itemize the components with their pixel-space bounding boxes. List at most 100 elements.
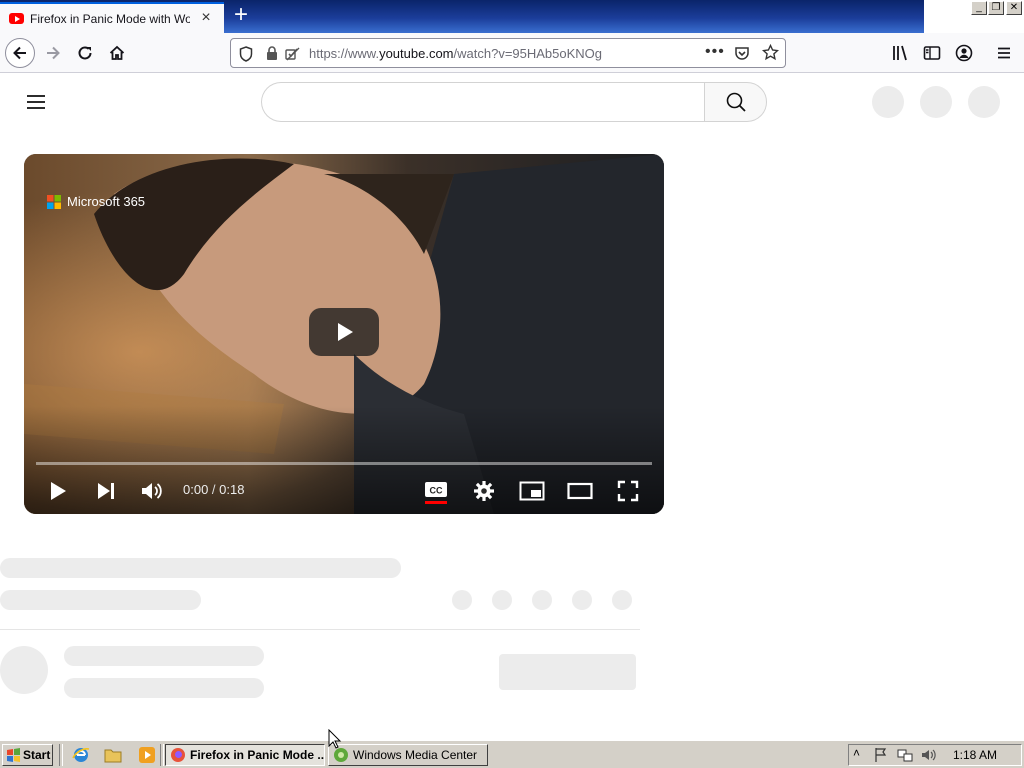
url-text[interactable]: https://www.youtube.com/watch?v=95HAb5oK… bbox=[309, 46, 602, 61]
minimize-button[interactable]: _ bbox=[971, 1, 987, 15]
tab-title: Firefox in Panic Mode with Worst C bbox=[30, 12, 190, 26]
taskbar-separator bbox=[160, 744, 164, 766]
svg-text:CC: CC bbox=[430, 486, 443, 496]
search-button[interactable] bbox=[704, 82, 767, 122]
next-button[interactable] bbox=[90, 476, 122, 506]
header-button-placeholder bbox=[920, 86, 952, 118]
time-total: 0:18 bbox=[219, 482, 245, 497]
show-hidden-icons-button[interactable]: ˄ bbox=[853, 746, 860, 760]
menu-icon[interactable] bbox=[996, 45, 1012, 61]
firefox-icon bbox=[171, 748, 185, 762]
home-icon bbox=[109, 45, 125, 60]
settings-button[interactable] bbox=[468, 476, 500, 506]
header-button-placeholder bbox=[872, 86, 904, 118]
search-input[interactable] bbox=[261, 82, 705, 122]
close-window-button[interactable]: ✕ bbox=[1006, 1, 1022, 15]
permissions-icon[interactable] bbox=[285, 46, 301, 62]
clock[interactable]: 1:18 AM bbox=[953, 748, 997, 762]
restore-button[interactable]: ❐ bbox=[988, 1, 1004, 15]
miniplayer-icon bbox=[519, 481, 545, 501]
subtitles-button[interactable]: CC bbox=[420, 476, 452, 506]
taskbar-wmc-label: Windows Media Center bbox=[353, 748, 478, 762]
video-player[interactable]: Microsoft 365 0:00 / 0:18 CC bbox=[24, 154, 664, 514]
pocket-icon[interactable] bbox=[734, 45, 750, 61]
volume-icon bbox=[142, 483, 162, 499]
lock-icon[interactable] bbox=[266, 46, 278, 61]
time-separator: / bbox=[208, 482, 220, 497]
mute-button[interactable] bbox=[136, 476, 168, 506]
action-placeholder bbox=[452, 590, 472, 610]
large-play-button[interactable] bbox=[309, 308, 379, 356]
media-player-icon[interactable] bbox=[138, 746, 156, 764]
volume-tray-icon[interactable] bbox=[921, 747, 937, 763]
hamburger-icon bbox=[27, 95, 45, 109]
action-placeholder bbox=[612, 590, 632, 610]
back-button[interactable] bbox=[5, 38, 35, 68]
reload-button[interactable] bbox=[70, 38, 100, 68]
time-current: 0:00 bbox=[183, 482, 209, 497]
folder-icon[interactable] bbox=[104, 746, 122, 764]
url-host: youtube.com bbox=[379, 46, 454, 61]
progress-bar[interactable] bbox=[36, 462, 652, 465]
home-button[interactable] bbox=[102, 38, 132, 68]
theater-mode-button[interactable] bbox=[564, 476, 596, 506]
url-scheme: https://www. bbox=[309, 46, 380, 61]
browser-tab[interactable]: Firefox in Panic Mode with Worst C × bbox=[0, 2, 224, 33]
youtube-favicon-icon bbox=[9, 13, 24, 24]
guide-menu-button[interactable] bbox=[22, 88, 50, 116]
channel-avatar-placeholder bbox=[0, 646, 48, 694]
taskbar-item-windows-media-center[interactable]: Windows Media Center bbox=[328, 744, 488, 766]
subtitle-placeholder bbox=[0, 590, 201, 610]
action-placeholder bbox=[492, 590, 512, 610]
play-icon bbox=[338, 323, 353, 341]
library-icon[interactable] bbox=[891, 44, 909, 62]
taskbar-separator bbox=[59, 744, 63, 766]
title-placeholder bbox=[0, 558, 401, 578]
divider bbox=[0, 629, 640, 630]
taskbar: Start Firefox in Panic Mode ... Windows … bbox=[0, 740, 1024, 768]
more-dots-icon[interactable]: ••• bbox=[705, 43, 725, 61]
shield-icon[interactable] bbox=[239, 46, 253, 62]
action-placeholder bbox=[572, 590, 592, 610]
play-button[interactable] bbox=[42, 476, 74, 506]
microsoft-365-watermark: Microsoft 365 bbox=[47, 194, 167, 210]
taskbar-firefox-label: Firefox in Panic Mode ... bbox=[190, 748, 325, 762]
action-center-flag-icon[interactable] bbox=[873, 747, 889, 763]
mouse-cursor-icon bbox=[328, 729, 342, 749]
reload-icon bbox=[78, 46, 92, 60]
windows-flag-icon bbox=[7, 748, 20, 762]
action-placeholder bbox=[532, 590, 552, 610]
tab-close-icon[interactable]: × bbox=[198, 10, 214, 26]
taskbar-item-firefox[interactable]: Firefox in Panic Mode ... bbox=[165, 744, 325, 766]
url-bar[interactable]: https://www.youtube.com/watch?v=95HAb5oK… bbox=[230, 38, 786, 68]
time-display: 0:00 / 0:18 bbox=[183, 482, 244, 497]
windows-media-center-icon bbox=[334, 748, 348, 762]
next-icon bbox=[98, 483, 114, 499]
header-button-placeholder bbox=[968, 86, 1000, 118]
network-icon[interactable] bbox=[897, 747, 913, 763]
subscribe-placeholder bbox=[499, 654, 636, 690]
fullscreen-button[interactable] bbox=[612, 476, 644, 506]
account-icon[interactable] bbox=[955, 44, 973, 62]
new-tab-button[interactable]: + bbox=[230, 3, 252, 27]
fullscreen-icon bbox=[617, 480, 639, 502]
channel-subs-placeholder bbox=[64, 678, 264, 698]
brand-text: Microsoft 365 bbox=[67, 194, 146, 209]
microsoft-logo-icon bbox=[47, 195, 61, 209]
miniplayer-button[interactable] bbox=[516, 476, 548, 506]
system-tray: ˄ 1:18 AM bbox=[848, 744, 1022, 766]
star-icon[interactable] bbox=[762, 44, 779, 61]
sidebar-icon[interactable] bbox=[923, 44, 941, 62]
channel-name-placeholder bbox=[64, 646, 264, 666]
theater-icon bbox=[567, 482, 593, 500]
url-path: /watch?v=95HAb5oKNOg bbox=[453, 46, 603, 61]
ie-icon[interactable] bbox=[72, 746, 90, 764]
navigation-toolbar: https://www.youtube.com/watch?v=95HAb5oK… bbox=[0, 33, 1024, 73]
search-icon bbox=[726, 92, 746, 112]
start-button[interactable]: Start bbox=[2, 744, 53, 766]
back-arrow-icon bbox=[13, 46, 26, 60]
start-label: Start bbox=[23, 748, 51, 762]
forward-arrow-icon bbox=[47, 46, 60, 60]
forward-button[interactable] bbox=[38, 38, 68, 68]
settings-gear-icon bbox=[474, 481, 494, 501]
